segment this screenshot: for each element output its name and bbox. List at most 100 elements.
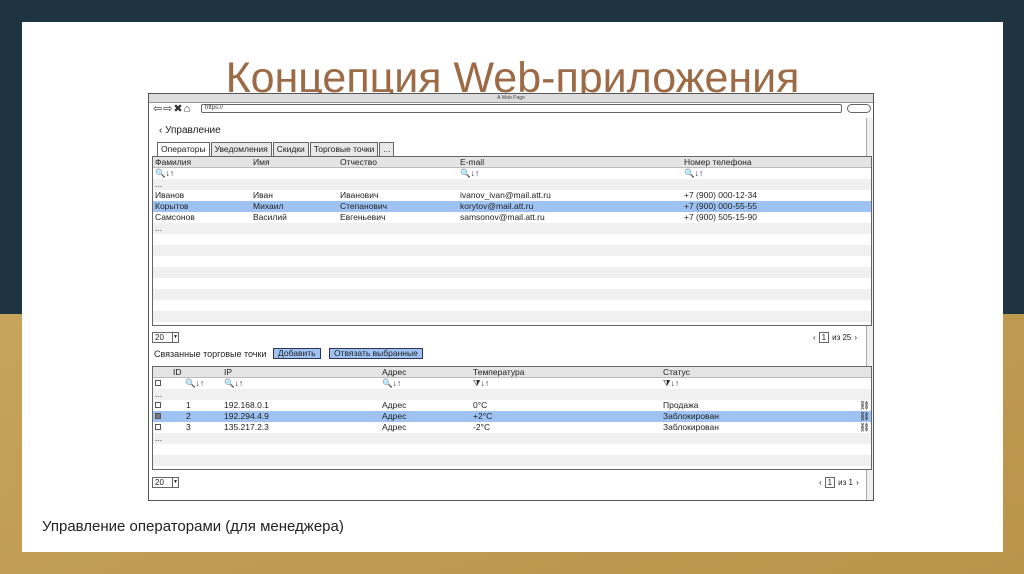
ellipsis: ... <box>155 223 163 233</box>
unlink-icon[interactable]: ⛓ <box>859 422 870 433</box>
cell-temperature: -2°C <box>473 422 491 432</box>
row-checkbox[interactable] <box>155 411 161 422</box>
browser-title: A Web Page <box>149 94 873 103</box>
cell-last-name: Иванов <box>155 190 185 200</box>
unlink-selected-button[interactable]: Отвязать выбранные <box>329 348 423 359</box>
cell-ip: 192.168.0.1 <box>224 400 269 410</box>
cell-id: 3 <box>186 422 191 432</box>
chevron-right-icon[interactable]: › <box>854 333 857 342</box>
page-size-select[interactable]: 20 ▼ <box>152 332 179 343</box>
cell-last-name: Самсонов <box>155 212 195 222</box>
cell-id: 2 <box>186 411 191 421</box>
cell-address: Адрес <box>382 411 407 421</box>
page-size-select[interactable]: 20 ▼ <box>152 477 179 488</box>
table-row <box>153 289 871 300</box>
url-bar[interactable]: https:// <box>201 104 842 113</box>
table-row-selected[interactable]: Корытов Михаил Степанович korytov@mail.a… <box>153 201 871 212</box>
cell-phone: +7 (900) 505-15-90 <box>684 212 758 222</box>
table-row[interactable]: ... <box>153 223 871 234</box>
outlets-pagination: ‹ 1 из 1 › <box>819 477 859 488</box>
table-row <box>153 444 871 455</box>
cell-middle-name: Иванович <box>340 190 379 200</box>
table-row-selected[interactable]: 2 192.294.4.9 Адрес +2°C Заблокирован ⛓ <box>153 411 871 422</box>
chevron-down-icon: ▼ <box>172 333 178 342</box>
table-row[interactable]: ... <box>153 433 871 444</box>
outlets-table: ID IP Адрес Температура Статус 🔍↓↑ 🔍↓↑ 🔍… <box>152 366 872 470</box>
row-checkbox[interactable] <box>155 400 161 411</box>
cell-phone: +7 (900) 000-12-34 <box>684 190 758 200</box>
header-address[interactable]: Адрес <box>382 367 406 378</box>
header-first-name[interactable]: Имя <box>253 157 270 168</box>
table-row <box>153 245 871 256</box>
header-last-name[interactable]: Фамилия <box>155 157 191 168</box>
cell-first-name: Иван <box>253 190 273 200</box>
filter-icon[interactable]: ⧩↓↑ <box>473 378 489 389</box>
chevron-down-icon: ▼ <box>172 478 178 487</box>
current-page-input[interactable]: 1 <box>824 477 836 488</box>
browser-window: A Web Page ⇦⇨✖⌂ https:// ‹ Управление Оп… <box>148 93 874 501</box>
tab-more[interactable]: ... <box>379 142 395 156</box>
filter-sort-icon[interactable]: 🔍↓↑ <box>185 378 204 389</box>
filter-sort-icon[interactable]: 🔍↓↑ <box>684 168 703 179</box>
unlink-icon[interactable]: ⛓ <box>859 411 870 422</box>
unlink-icon[interactable]: ⛓ <box>859 400 870 411</box>
cell-phone: +7 (900) 000-55-55 <box>684 201 758 211</box>
tab-operators[interactable]: Операторы <box>157 142 210 156</box>
tab-bar: Операторы Уведомления Скидки Торговые то… <box>157 142 395 156</box>
browser-nav-icons[interactable]: ⇦⇨✖⌂ <box>153 102 191 115</box>
table-row[interactable]: ... <box>153 389 871 400</box>
table-row[interactable]: 3 135.217.2.3 Адрес -2°C Заблокирован ⛓ <box>153 422 871 433</box>
table-row <box>153 267 871 278</box>
filter-icon[interactable]: ⧩↓↑ <box>663 378 679 389</box>
table-row[interactable]: Самсонов Василий Евгеньевич samsonov@mai… <box>153 212 871 223</box>
table-row[interactable]: ... <box>153 179 871 190</box>
cell-temperature: 0°C <box>473 400 488 410</box>
cell-ip: 135.217.2.3 <box>224 422 269 432</box>
cell-ip: 192.294.4.9 <box>224 411 269 421</box>
table-row[interactable]: 1 192.168.0.1 Адрес 0°C Продажа ⛓ <box>153 400 871 411</box>
cell-first-name: Михаил <box>253 201 284 211</box>
chevron-right-icon[interactable]: › <box>856 478 859 487</box>
table-row <box>153 455 871 466</box>
cell-address: Адрес <box>382 400 407 410</box>
header-ip[interactable]: IP <box>224 367 232 378</box>
filter-sort-icon[interactable]: 🔍↓↑ <box>382 378 401 389</box>
total-pages: из 25 <box>832 333 852 342</box>
header-middle-name[interactable]: Отчество <box>340 157 377 168</box>
cell-id: 1 <box>186 400 191 410</box>
table-row <box>153 311 871 322</box>
chevron-left-icon[interactable]: ‹ <box>813 333 816 342</box>
cell-email: korytov@mail.att.ru <box>460 201 534 211</box>
add-button[interactable]: Добавить <box>273 348 321 359</box>
filter-sort-icon[interactable]: 🔍↓↑ <box>155 168 174 179</box>
select-all-checkbox[interactable] <box>155 378 161 389</box>
tab-notifications[interactable]: Уведомления <box>210 142 272 156</box>
tab-outlets[interactable]: Торговые точки <box>309 142 379 156</box>
table-row <box>153 234 871 245</box>
page-size-value: 20 <box>155 478 164 487</box>
header-status[interactable]: Статус <box>663 367 690 378</box>
ellipsis: ... <box>155 433 163 443</box>
cell-temperature: +2°C <box>473 411 493 421</box>
table-header: Фамилия Имя Отчество E-mail Номер телефо… <box>153 157 871 168</box>
page-size-value: 20 <box>155 333 164 342</box>
header-temperature[interactable]: Температура <box>473 367 524 378</box>
header-phone[interactable]: Номер телефона <box>684 157 752 168</box>
chevron-left-icon[interactable]: ‹ <box>819 478 822 487</box>
back-link[interactable]: ‹ Управление <box>159 125 221 136</box>
table-row[interactable]: Иванов Иван Иванович ivanov_ivan@mail.at… <box>153 190 871 201</box>
cell-first-name: Василий <box>253 212 287 222</box>
ellipsis: ... <box>155 389 163 399</box>
table-row <box>153 300 871 311</box>
tab-discounts[interactable]: Скидки <box>272 142 309 156</box>
header-email[interactable]: E-mail <box>460 157 484 168</box>
header-id[interactable]: ID <box>173 367 182 378</box>
browser-search-field[interactable] <box>847 104 871 113</box>
cell-status: Заблокирован <box>663 422 719 432</box>
filter-sort-icon[interactable]: 🔍↓↑ <box>460 168 479 179</box>
current-page-input[interactable]: 1 <box>818 332 830 343</box>
cell-status: Продажа <box>663 400 699 410</box>
filter-sort-icon[interactable]: 🔍↓↑ <box>224 378 243 389</box>
row-checkbox[interactable] <box>155 422 161 433</box>
table-header: ID IP Адрес Температура Статус <box>153 367 871 378</box>
